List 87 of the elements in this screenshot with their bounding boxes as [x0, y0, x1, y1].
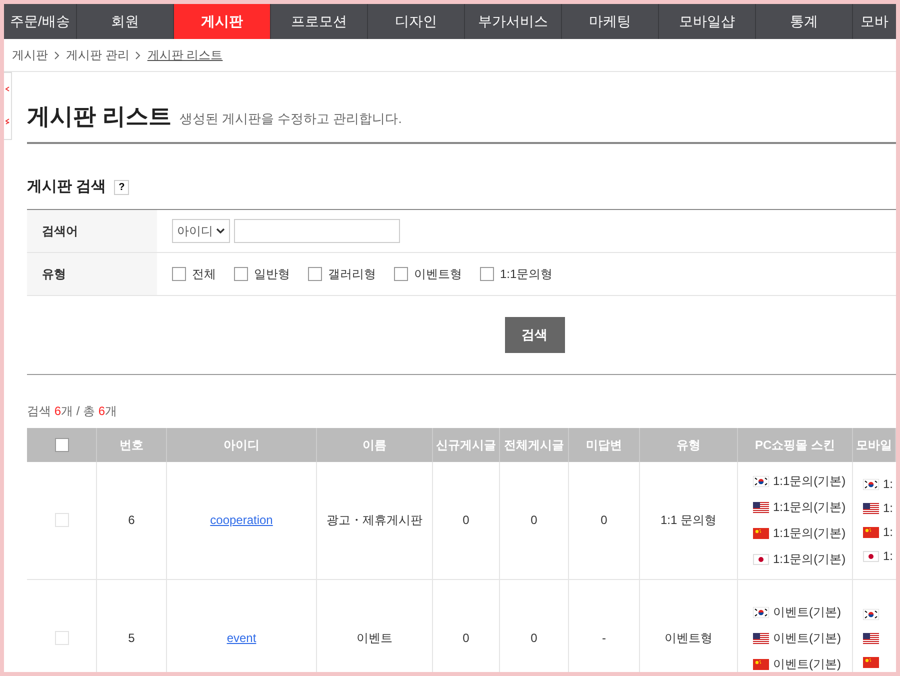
checkbox-label: 이벤트형 [414, 266, 462, 282]
section-title: 게시판 검색 [27, 177, 106, 197]
column-header: 신규게시글 [433, 428, 500, 462]
chevron-right-icon [135, 50, 142, 60]
column-header: 이름 [317, 428, 433, 462]
skin-name: 이벤트(기본) [773, 630, 841, 647]
checkbox-label: 1:1문의형 [500, 266, 553, 282]
help-button[interactable]: ? [114, 180, 130, 195]
table-cell-text: 이벤트형 [664, 630, 712, 647]
table-cell-text: 0 [530, 512, 538, 529]
skin-name: 1:1문의(기본) [773, 525, 846, 542]
flag-icon [753, 632, 769, 644]
table-cell-text: 0 [462, 630, 470, 647]
search-select[interactable]: 아이디 [172, 218, 230, 242]
checkbox[interactable] [54, 438, 68, 452]
table-cell-text: - [602, 630, 606, 647]
table-cell-text: 1:1 문의형 [660, 512, 716, 529]
flag-icon [863, 526, 879, 538]
column-header: 전체게시글 [500, 428, 569, 462]
checkbox-label: 전체 [192, 266, 216, 282]
table-cell-text: 0 [600, 512, 608, 529]
table-cell-text: 0 [462, 512, 470, 529]
checkbox[interactable] [172, 266, 186, 280]
nav-tab[interactable]: 통계 [756, 4, 853, 39]
table-cell-text: 5 [128, 630, 135, 647]
double-chevron-icon [5, 118, 10, 126]
nav-tab[interactable]: 주문/배송 [4, 4, 77, 39]
result-count: 검색 6개 / 총 6개 [27, 404, 118, 418]
table-cell-text: 0 [530, 630, 538, 647]
nav-tab[interactable]: 모바일샵 [659, 4, 756, 39]
flag-icon [863, 656, 879, 668]
nav-tab[interactable]: 부가서비스 [465, 4, 562, 39]
flag-icon [863, 502, 879, 514]
checkbox[interactable] [480, 266, 494, 280]
column-header: 모바일 [853, 428, 896, 462]
flag-icon [863, 478, 879, 490]
skin-name: 1: [883, 500, 894, 517]
column-header: PC쇼핑몰 스킨 [738, 428, 853, 462]
checkbox[interactable] [234, 266, 248, 280]
side-toggle[interactable] [4, 72, 12, 140]
checkbox-label: 갤러리형 [328, 266, 376, 282]
page-title: 게시판 리스트 [27, 105, 172, 128]
flag-icon [863, 550, 879, 562]
breadcrumb-link[interactable]: 게시판 리스트 [147, 46, 223, 64]
table-cell-text: 광고・제휴게시판 [326, 512, 422, 529]
column-header: 미답변 [569, 428, 640, 462]
skin-name: 1:1문의(기본) [773, 473, 846, 490]
nav-tab[interactable]: 게시판 [174, 4, 271, 39]
flag-icon [753, 528, 769, 538]
flag-icon [753, 502, 769, 512]
flag-icon [753, 606, 769, 618]
skin-name: 1: [883, 524, 894, 541]
field-label: 검색어 [27, 210, 157, 252]
flag-icon [753, 658, 769, 670]
skin-name: 이벤트(기본) [773, 656, 841, 672]
checkbox-label: 일반형 [254, 266, 290, 282]
page-subtitle: 생성된 게시판을 수정하고 관리합니다. [179, 110, 402, 128]
checkbox[interactable] [394, 266, 408, 280]
nav-tab[interactable]: 모바 [853, 4, 896, 39]
nav-tab[interactable]: 디자인 [368, 4, 465, 39]
caret-icon [216, 228, 225, 234]
table-cell-text: 이벤트 [356, 630, 392, 647]
table-cell-text: 6 [128, 512, 135, 529]
flag-icon [753, 554, 769, 564]
field-label: 유형 [27, 252, 157, 294]
skin-name: 이벤트(기본) [773, 604, 841, 621]
board-id-link[interactable]: cooperation [210, 511, 273, 529]
nav-tab[interactable]: 마케팅 [562, 4, 659, 39]
breadcrumb-link[interactable]: 게시판 관리 [66, 46, 130, 64]
flag-icon [753, 476, 769, 486]
checkbox[interactable] [308, 266, 322, 280]
search-input[interactable] [234, 218, 400, 242]
breadcrumb-link[interactable]: 게시판 [12, 46, 48, 64]
skin-name: 1:1문의(기본) [773, 551, 846, 568]
board-id-link[interactable]: event [226, 629, 256, 647]
skin-name: 1: [883, 548, 894, 565]
column-header: 아이디 [167, 428, 317, 462]
flag-icon [863, 632, 879, 644]
column-header: 번호 [97, 428, 167, 462]
skin-name: 1: [883, 476, 894, 493]
flag-icon [863, 608, 879, 620]
skin-name: 1:1문의(기본) [773, 499, 846, 516]
column-header: 유형 [640, 428, 738, 462]
nav-tab[interactable]: 프로모션 [271, 4, 368, 39]
search-button[interactable]: 검색 [504, 316, 564, 352]
chevron-left-icon [5, 86, 10, 92]
chevron-right-icon [54, 50, 60, 60]
